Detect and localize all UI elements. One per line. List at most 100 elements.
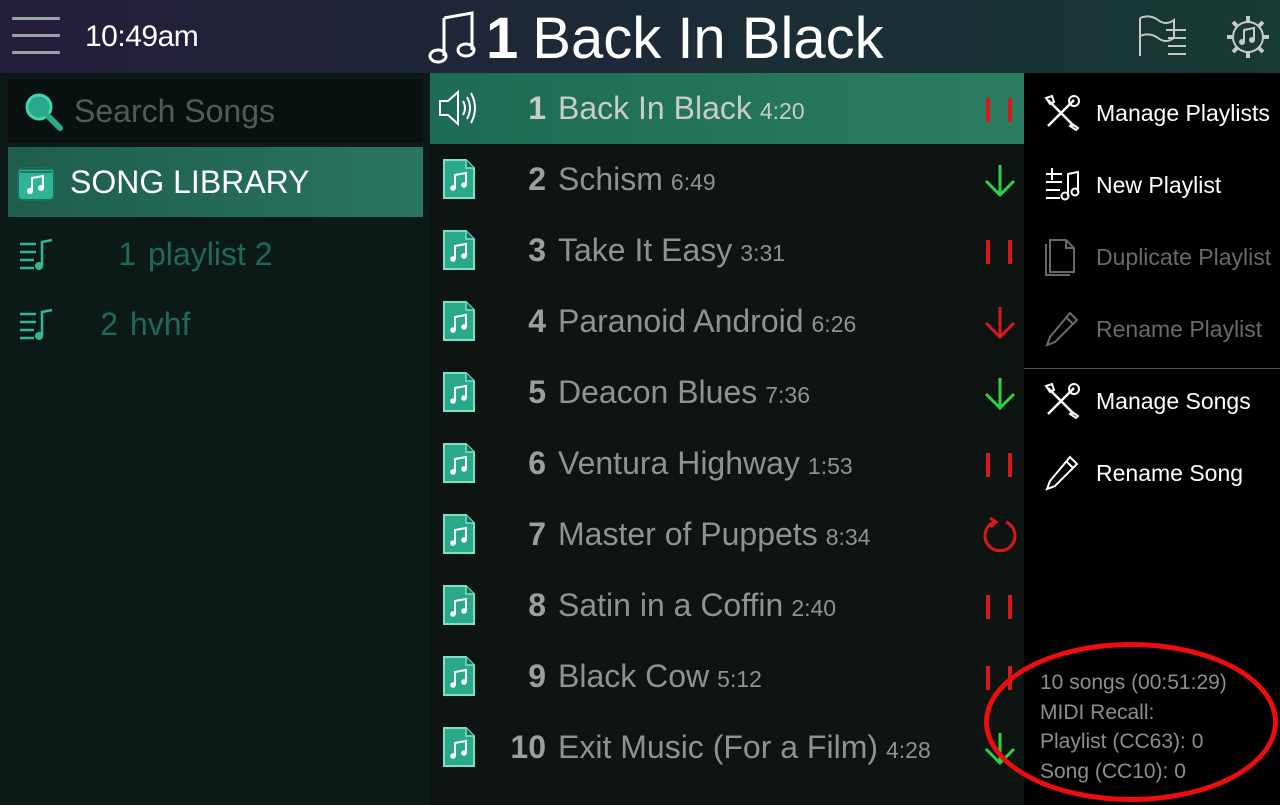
song-status-down-green-icon[interactable] <box>980 161 1020 201</box>
song-library-item[interactable]: SONG LIBRARY <box>8 147 423 217</box>
new-playlist-icon <box>1046 168 1080 201</box>
music-file-icon <box>443 656 475 696</box>
new-playlist-button[interactable]: New Playlist <box>1024 149 1280 221</box>
song-title: Satin in a Coffin 2:40 <box>558 587 836 624</box>
song-status-down-green-icon[interactable] <box>980 374 1020 414</box>
song-duration: 6:26 <box>811 311 857 337</box>
song-row[interactable]: 2 Schism 6:49 <box>430 144 1024 215</box>
song-count-text: 10 songs (00:51:29) <box>1040 671 1227 694</box>
song-title: Deacon Blues 7:36 <box>558 374 810 411</box>
song-status-pause-icon[interactable] <box>980 658 1020 698</box>
song-status-down-red-icon[interactable] <box>980 303 1020 343</box>
song-row[interactable]: 1 Back In Black 4:20 <box>430 73 1024 144</box>
new-playlist-label: New Playlist <box>1096 171 1222 198</box>
song-duration: 1:53 <box>807 453 853 479</box>
library-folder-icon <box>17 167 55 201</box>
speaker-icon <box>439 89 476 127</box>
song-list: 1 Back In Black 4:20 2 Schism 6:49 3 Take It Ea… <box>430 73 1024 805</box>
music-file-icon <box>443 443 475 483</box>
song-title: Back In Black 4:20 <box>558 90 805 127</box>
song-title: Master of Puppets 8:34 <box>558 516 870 553</box>
song-title: Paranoid Android 6:26 <box>558 303 856 340</box>
song-status-pause-icon[interactable] <box>980 445 1020 485</box>
song-status-pause-icon[interactable] <box>980 90 1020 130</box>
song-row[interactable]: 9 Black Cow 5:12 <box>430 641 1024 712</box>
playlist-item[interactable]: 1 playlist 2 <box>8 219 423 289</box>
song-title: Take It Easy 3:31 <box>558 232 785 269</box>
duplicate-playlist-label: Duplicate Playlist <box>1096 243 1272 270</box>
song-status-loop-icon[interactable] <box>980 516 1020 556</box>
rename-song-label: Rename Song <box>1096 459 1244 486</box>
playlist-cc-text: Playlist (CC63): 0 <box>1040 730 1204 753</box>
settings-gear-icon[interactable] <box>1222 12 1274 62</box>
song-duration: 7:36 <box>765 382 810 408</box>
song-duration: 4:28 <box>886 737 931 763</box>
song-duration: 2:40 <box>791 595 837 621</box>
music-file-icon <box>443 159 475 199</box>
song-title-text: Exit Music (For a Film) <box>558 729 878 765</box>
playlist-number: 1 <box>118 235 136 272</box>
song-row[interactable]: 5 Deacon Blues 7:36 <box>430 357 1024 428</box>
duplicate-icon <box>1045 239 1075 276</box>
song-number: 4 <box>528 303 546 339</box>
playlist-number: 2 <box>100 305 118 342</box>
playlist-icon <box>20 308 53 340</box>
song-row[interactable]: 8 Satin in a Coffin 2:40 <box>430 570 1024 641</box>
song-title-text: Satin in a Coffin <box>558 587 784 623</box>
song-row[interactable]: 4 Paranoid Android 6:26 <box>430 286 1024 357</box>
song-number: 6 <box>528 445 546 481</box>
pencil-icon <box>1045 455 1079 491</box>
rename-playlist-button[interactable]: Rename Playlist <box>1024 293 1280 365</box>
search-icon <box>25 93 63 131</box>
song-row[interactable]: 6 Ventura Highway 1:53 <box>430 428 1024 499</box>
music-file-icon <box>443 372 475 412</box>
manage-playlists-button[interactable]: Manage Playlists <box>1024 77 1280 149</box>
playlist-panel: SONG LIBRARY 1 playlist 2 2 hvhf <box>0 73 430 805</box>
song-cc-text: Song (CC10): 0 <box>1040 759 1186 783</box>
music-file-icon <box>443 301 475 341</box>
song-status-pause-icon[interactable] <box>980 587 1020 627</box>
song-number: 5 <box>528 374 546 410</box>
song-status-down-green-icon[interactable] <box>980 729 1020 769</box>
song-number: 9 <box>528 658 546 694</box>
song-number: 7 <box>528 516 546 552</box>
search-input[interactable] <box>74 92 404 130</box>
song-title-text: Paranoid Android <box>558 303 804 339</box>
top-bar: 10:49am 1 Back In Black <box>0 0 1280 73</box>
music-file-icon <box>443 230 475 270</box>
song-status-pause-icon[interactable] <box>980 232 1020 272</box>
song-number: 2 <box>528 161 546 197</box>
duplicate-playlist-button[interactable]: Duplicate Playlist <box>1024 221 1280 293</box>
song-title: Schism 6:49 <box>558 161 716 198</box>
search-bar <box>8 79 423 143</box>
tools-icon <box>1044 94 1080 132</box>
manage-songs-label: Manage Songs <box>1096 387 1251 414</box>
song-row[interactable]: 10 Exit Music (For a Film) 4:28 <box>430 712 1024 783</box>
manage-songs-button[interactable]: Manage Songs <box>1024 365 1280 437</box>
midi-recall-label: MIDI Recall: <box>1040 700 1155 724</box>
song-title-text: Schism <box>558 161 663 197</box>
hamburger-menu-icon[interactable] <box>12 17 60 57</box>
tools-icon <box>1044 382 1080 420</box>
song-title-text: Deacon Blues <box>558 374 758 410</box>
song-number: 10 <box>510 729 546 765</box>
song-title-text: Take It Easy <box>558 232 733 268</box>
song-number: 1 <box>528 90 546 126</box>
music-file-icon <box>443 514 475 554</box>
rename-playlist-label: Rename Playlist <box>1096 315 1263 342</box>
song-title-text: Back In Black <box>558 90 752 126</box>
rename-song-button[interactable]: Rename Song <box>1024 437 1280 509</box>
playlist-item[interactable]: 2 hvhf <box>8 289 423 359</box>
song-title-text: Ventura Highway <box>558 445 800 481</box>
playlist-name: hvhf <box>130 305 191 342</box>
playlist-info: 10 songs (00:51:29) MIDI Recall: Playlis… <box>1040 668 1227 786</box>
music-note-icon <box>428 11 476 64</box>
song-row[interactable]: 3 Take It Easy 3:31 <box>430 215 1024 286</box>
playlist-name: playlist 2 <box>148 235 273 272</box>
flags-list-icon[interactable] <box>1136 12 1188 62</box>
now-playing-name: Back In Black <box>532 5 884 71</box>
song-row[interactable]: 7 Master of Puppets 8:34 <box>430 499 1024 570</box>
song-title-text: Black Cow <box>558 658 710 694</box>
song-library-label: SONG LIBRARY <box>70 163 310 200</box>
song-duration: 4:20 <box>759 98 805 124</box>
